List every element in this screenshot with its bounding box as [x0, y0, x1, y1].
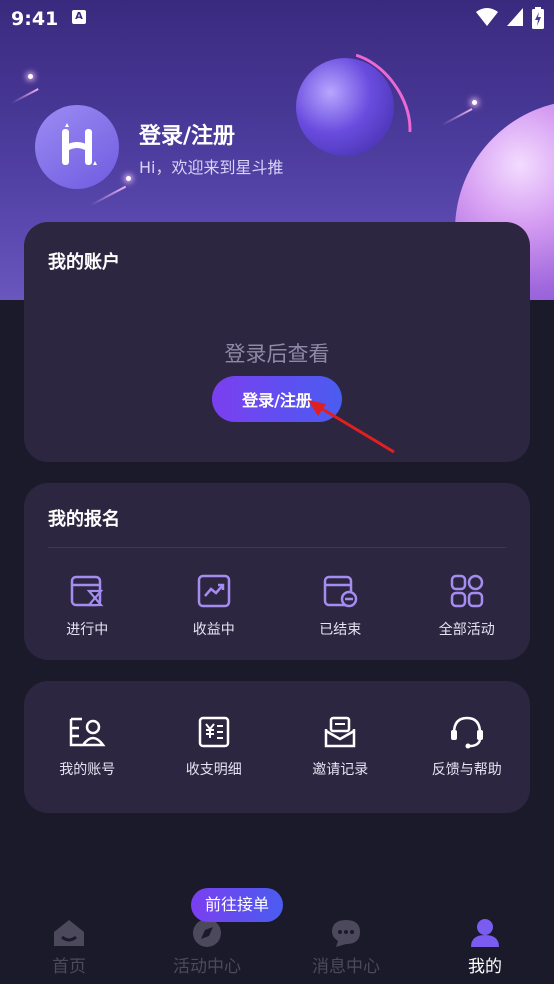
divider [48, 547, 506, 548]
signup-earning[interactable]: 收益中 [151, 573, 278, 639]
bottom-tab-bar: 首页 活动中心 消息中心 我的 [0, 910, 554, 984]
hourglass-icon [71, 575, 104, 607]
status-time: 9:41 [11, 8, 59, 30]
account-card: 我的账户 登录后查看 登录/注册 [24, 222, 530, 462]
signup-item-label: 进行中 [66, 622, 109, 638]
tab-message-center[interactable]: 消息中心 [296, 918, 396, 977]
signal-icon [507, 8, 523, 26]
star-decoration [28, 74, 33, 79]
grid-icon [450, 574, 483, 608]
battery-icon [532, 7, 544, 29]
account-card-title: 我的账户 [48, 252, 120, 273]
app-logo-icon [62, 123, 97, 165]
star-decoration [472, 100, 477, 105]
user-card-icon [70, 717, 106, 747]
invite-records-item[interactable]: 邀请记录 [277, 715, 404, 779]
tab-mine[interactable]: 我的 [435, 918, 535, 977]
tab-activity-center[interactable]: 活动中心 [157, 918, 257, 977]
home-icon [54, 920, 84, 946]
tool-item-label: 邀请记录 [312, 762, 369, 778]
signup-item-label: 收益中 [192, 622, 235, 638]
login-register-link[interactable]: 登录/注册 [139, 118, 235, 150]
chat-icon [332, 920, 360, 947]
feedback-help-item[interactable]: 反馈与帮助 [404, 715, 531, 779]
signup-card-title: 我的报名 [48, 509, 120, 530]
receipt-icon [198, 716, 229, 748]
go-take-orders-bubble[interactable]: 前往接单 [191, 888, 284, 922]
profile-icon [471, 919, 499, 947]
tab-label: 我的 [468, 957, 502, 977]
headset-icon [450, 716, 483, 749]
wifi-icon [476, 8, 498, 26]
login-hint: 登录后查看 [224, 342, 330, 366]
tab-label: 活动中心 [173, 957, 241, 977]
notification-badge: A [72, 10, 86, 24]
envelope-icon [325, 716, 356, 748]
tool-item-label: 我的账号 [59, 762, 116, 778]
avatar[interactable] [35, 105, 119, 189]
tool-item-label: 反馈与帮助 [431, 762, 502, 778]
signup-ended[interactable]: 已结束 [277, 573, 404, 639]
calendar-minus-icon [324, 575, 358, 608]
signup-item-label: 已结束 [319, 622, 362, 638]
red-arrow-annotation [308, 400, 395, 454]
star-decoration [126, 176, 131, 181]
my-account-item[interactable]: 我的账号 [24, 715, 151, 779]
welcome-text: Hi，欢迎来到星斗推 [139, 158, 284, 177]
my-signup-card: 我的报名 进行中 收益中 已结束 全部活动 [24, 483, 530, 660]
tool-item-label: 收支明细 [185, 762, 242, 778]
shooting-star-decoration [441, 108, 473, 126]
compass-icon [193, 919, 221, 947]
signup-item-label: 全部活动 [438, 622, 495, 638]
status-bar: 9:41 A [0, 0, 554, 36]
tab-label: 消息中心 [312, 957, 380, 977]
shooting-star-decoration [11, 88, 39, 104]
tab-label: 首页 [52, 957, 86, 977]
tools-card: 我的账号 收支明细 邀请记录 反馈与帮助 [24, 681, 530, 813]
signup-in-progress[interactable]: 进行中 [24, 573, 151, 639]
income-expense-item[interactable]: 收支明细 [151, 715, 278, 779]
signup-all-activities[interactable]: 全部活动 [404, 573, 531, 639]
tab-home[interactable]: 首页 [19, 918, 119, 977]
trend-chart-icon [197, 574, 230, 608]
